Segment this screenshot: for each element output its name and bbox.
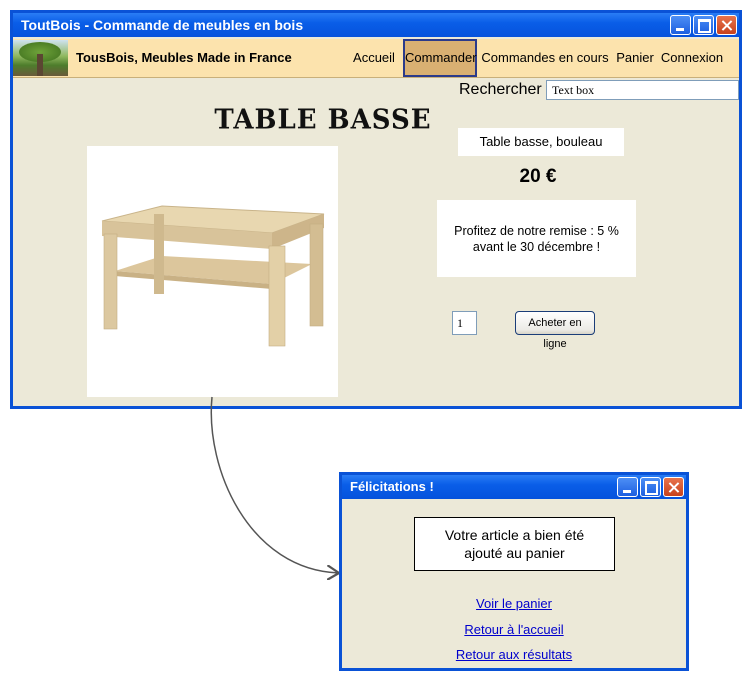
product-name: Table basse, bouleau bbox=[458, 128, 624, 156]
brand-name: TousBois, Meubles Made in France bbox=[76, 50, 292, 65]
window-title: ToutBois - Commande de meubles en bois bbox=[21, 17, 304, 33]
nav-connexion[interactable]: Connexion bbox=[659, 39, 725, 77]
search-label: Rechercher bbox=[459, 81, 542, 98]
popup-title-bar[interactable]: Félicitations ! bbox=[342, 475, 686, 499]
message-line-2: ajouté au panier bbox=[464, 545, 565, 561]
back-results-link[interactable]: Retour aux résultats bbox=[342, 647, 686, 662]
minimize-icon[interactable] bbox=[617, 477, 638, 497]
promo-line-2: avant le 30 décembre ! bbox=[472, 239, 601, 254]
popup-title: Félicitations ! bbox=[350, 479, 434, 494]
tree-logo-icon[interactable] bbox=[13, 40, 68, 76]
back-home-link[interactable]: Retour à l'accueil bbox=[342, 622, 686, 637]
maximize-icon[interactable] bbox=[693, 15, 714, 35]
main-title-bar[interactable]: ToutBois - Commande de meubles en bois bbox=[13, 13, 739, 37]
quantity-input[interactable] bbox=[452, 311, 477, 335]
product-title: TABLE BASSE bbox=[214, 104, 432, 136]
confirmation-message: Votre article a bien été ajouté au panie… bbox=[414, 517, 615, 571]
coffee-table-image bbox=[101, 205, 325, 347]
nav-accueil[interactable]: Accueil bbox=[345, 39, 403, 77]
search-input[interactable] bbox=[546, 80, 739, 100]
nav-panier[interactable]: Panier bbox=[613, 39, 657, 77]
close-icon[interactable] bbox=[663, 477, 684, 497]
view-cart-link[interactable]: Voir le panier bbox=[342, 596, 686, 611]
nav-commander[interactable]: Commander bbox=[403, 39, 477, 77]
message-line-1: Votre article a bien été bbox=[444, 527, 585, 543]
buy-online-button[interactable]: Acheter en ligne bbox=[515, 311, 595, 350]
confirmation-popup: Félicitations ! Votre article a bien été… bbox=[339, 472, 689, 671]
minimize-icon[interactable] bbox=[670, 15, 691, 35]
promo-line-1: Profitez de notre remise : 5 % bbox=[454, 223, 619, 238]
close-icon[interactable] bbox=[716, 15, 737, 35]
product-photo bbox=[87, 146, 338, 397]
navbar: TousBois, Meubles Made in France Accueil… bbox=[13, 39, 739, 78]
main-window: ToutBois - Commande de meubles en bois T… bbox=[10, 10, 742, 409]
product-price: 20 € bbox=[519, 166, 557, 187]
promo-box: Profitez de notre remise : 5 % avant le … bbox=[437, 200, 636, 277]
maximize-icon[interactable] bbox=[640, 477, 661, 497]
nav-commandes-en-cours[interactable]: Commandes en cours bbox=[479, 39, 611, 77]
